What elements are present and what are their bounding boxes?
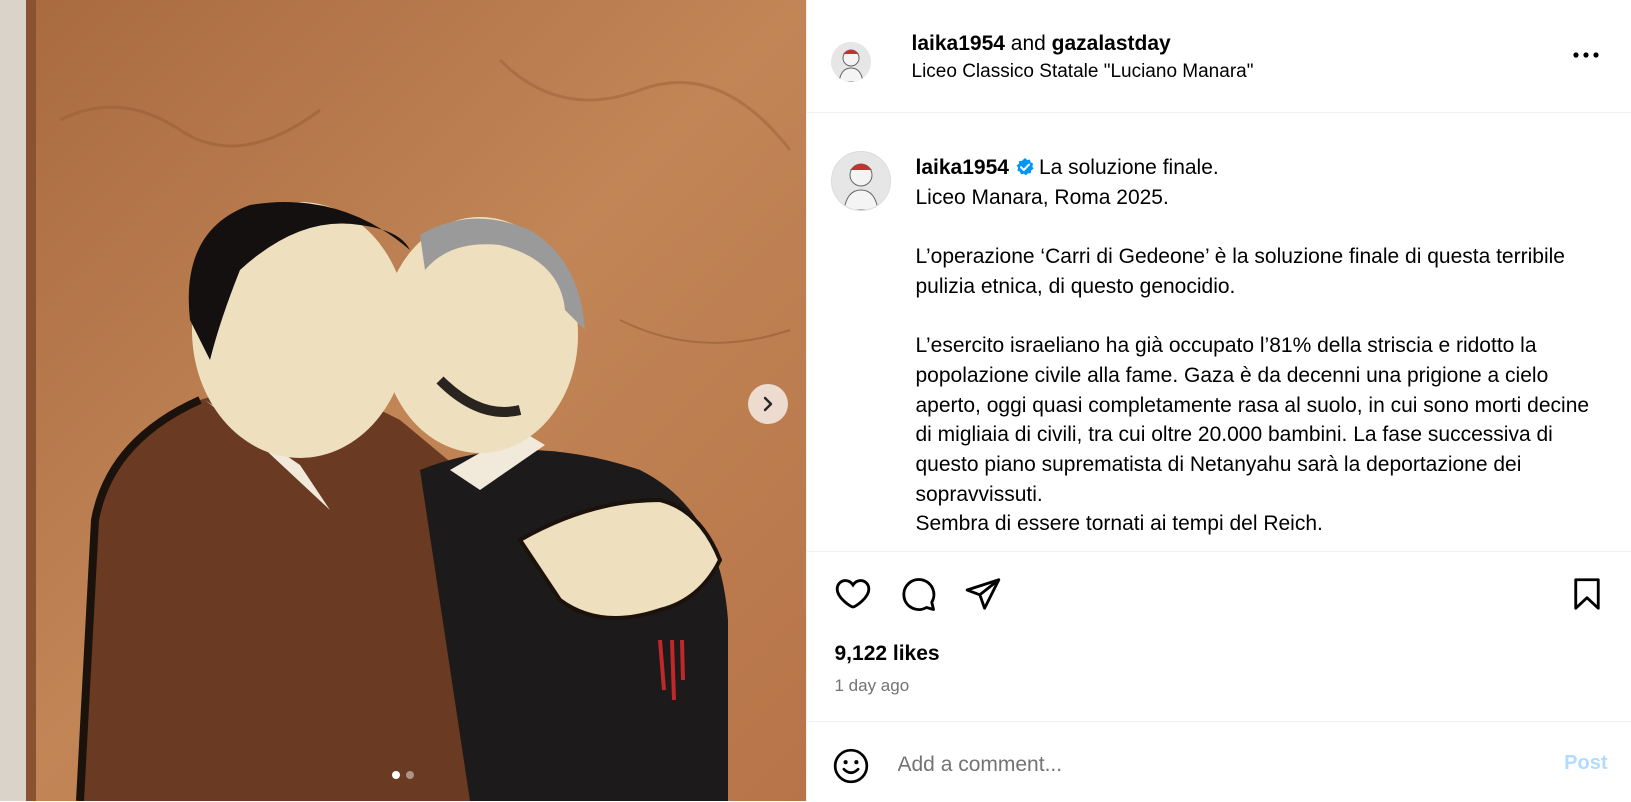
post-location[interactable]: Liceo Classico Statale "Luciano Manara" xyxy=(912,61,1254,83)
verified-badge-icon xyxy=(1015,157,1035,177)
comment-input[interactable] xyxy=(896,744,1520,786)
like-button[interactable] xyxy=(831,572,875,616)
caption-section: laika1954La soluzione finale. Liceo Mana… xyxy=(807,113,1631,552)
post-timestamp[interactable]: 1 day ago xyxy=(835,676,910,696)
comment-bubble-icon xyxy=(899,575,937,613)
post-sidebar: laika1954 and gazalastday Liceo Classico… xyxy=(806,0,1631,801)
author-username[interactable]: laika1954 xyxy=(912,32,1005,55)
carousel-next-button[interactable] xyxy=(748,384,788,424)
comment-composer: Post xyxy=(807,721,1631,802)
post-comment-button[interactable]: Post xyxy=(1564,752,1607,775)
smiley-icon xyxy=(832,747,870,785)
emoji-button[interactable] xyxy=(831,746,871,786)
instagram-post: laika1954 and gazalastday Liceo Classico… xyxy=(0,0,1631,801)
likes-count[interactable]: 9,122 likes xyxy=(835,642,940,666)
author-avatar[interactable] xyxy=(831,42,871,82)
heart-icon xyxy=(834,575,872,613)
post-media xyxy=(0,0,806,801)
coauthor-username[interactable]: gazalastday xyxy=(1052,32,1171,55)
carousel-indicator xyxy=(0,771,806,779)
mural-image xyxy=(0,0,806,801)
paper-plane-icon xyxy=(964,575,1002,613)
post-caption: laika1954La soluzione finale. Liceo Mana… xyxy=(916,153,1608,539)
caption-author-avatar[interactable] xyxy=(831,151,891,211)
bookmark-icon xyxy=(1569,575,1605,613)
caption-text: La soluzione finale. Liceo Manara, Roma … xyxy=(916,156,1595,535)
save-button[interactable] xyxy=(1565,572,1609,616)
action-bar xyxy=(807,552,1631,632)
carousel-dot-2 xyxy=(406,771,414,779)
share-button[interactable] xyxy=(961,572,1005,616)
chevron-right-icon xyxy=(759,395,777,413)
authors-joiner: and xyxy=(1005,32,1052,55)
post-header: laika1954 and gazalastday Liceo Classico… xyxy=(807,0,1631,113)
caption-username[interactable]: laika1954 xyxy=(916,156,1009,179)
more-horizontal-icon xyxy=(1573,51,1599,59)
comment-button[interactable] xyxy=(896,572,940,616)
post-authors: laika1954 and gazalastday xyxy=(912,30,1171,58)
carousel-dot-1 xyxy=(392,771,400,779)
more-options-button[interactable] xyxy=(1571,40,1601,70)
